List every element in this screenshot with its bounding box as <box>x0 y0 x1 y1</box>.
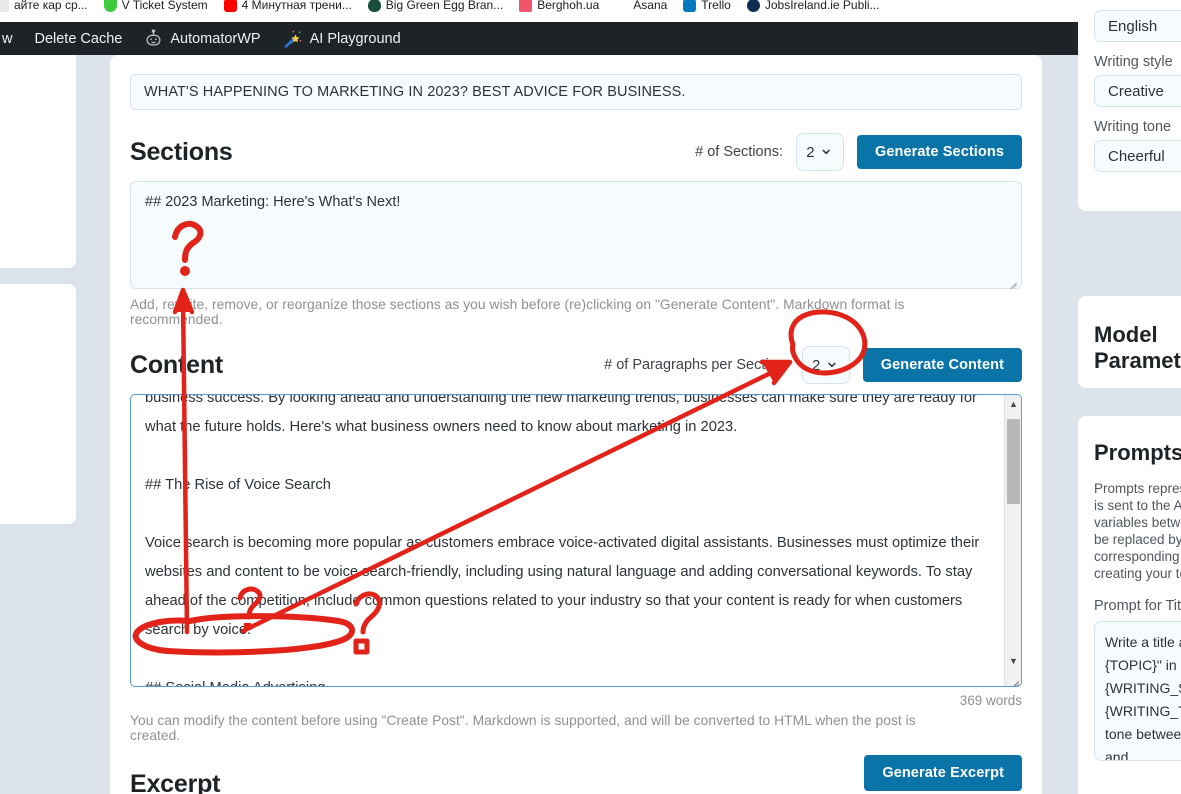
egg-favicon <box>367 0 381 12</box>
content-count-label: # of Paragraphs per Section: <box>604 357 789 373</box>
asana-favicon <box>615 0 629 12</box>
left-partial-card-bottom: EDIT for more Threads <box>0 284 76 524</box>
sections-textarea-value: ## 2023 Marketing: Here's What's Next! <box>145 194 401 210</box>
content-paragraph: business success. By looking ahead and u… <box>145 394 977 435</box>
word-count: 369 words <box>959 693 1022 708</box>
magic-wand-icon <box>283 29 303 49</box>
bookmark-label: Berghoh.ua <box>537 0 600 12</box>
generate-excerpt-button[interactable]: Generate Excerpt <box>864 755 1022 791</box>
sections-count-select[interactable]: 2 ⌄ <box>795 133 844 171</box>
sections-heading: Sections <box>130 137 233 166</box>
admin-bar-item-label: w <box>2 30 13 47</box>
bookmark-item[interactable]: 4 Минутная трени... <box>223 0 352 16</box>
content-helper-text: You can modify the content before using … <box>130 713 916 743</box>
bookmark-label: JobsIreland.ie Publi... <box>764 0 880 12</box>
admin-bar-item-automatorwp[interactable]: AutomatorWP <box>133 22 271 55</box>
resize-grip-icon[interactable] <box>1008 673 1020 685</box>
ticket-favicon <box>103 0 117 12</box>
bookmark-label: Big Green Egg Bran... <box>385 0 504 12</box>
admin-bar-item-ai-playground[interactable]: AI Playground <box>272 22 412 55</box>
content-scrollbar[interactable]: ▲ ▼ <box>1004 395 1021 686</box>
writing-tone-value: Cheerful <box>1108 147 1165 165</box>
prompt-for-title-label: Prompt for Title <box>1094 598 1181 614</box>
sidebar-prompts-card: Prompts Prompts represent what is sent t… <box>1078 416 1181 794</box>
prompts-description: Prompts represent what is sent to the AI… <box>1094 481 1181 581</box>
chevron-down-icon: ⌄ <box>824 351 840 371</box>
sections-header: Sections # of Sections: 2 ⌄ Generate Sec… <box>130 132 1022 172</box>
bookmark-item[interactable]: JobsIreland.ie Publi... <box>746 0 880 16</box>
content-header: Content # of Paragraphs per Section: 2 ⌄… <box>130 345 1022 385</box>
admin-bar-item-label: Delete Cache <box>34 30 123 47</box>
bookmark-label: 4 Минутная трени... <box>241 0 352 12</box>
admin-bar-item-label: AI Playground <box>309 30 401 47</box>
content-textarea[interactable]: business success. By looking ahead and u… <box>130 394 1022 687</box>
berghoh-favicon <box>519 0 533 12</box>
content-heading: Content <box>130 350 224 379</box>
admin-bar-item-view[interactable]: w <box>0 22 23 55</box>
jobsireland-favicon <box>746 0 760 12</box>
sections-count-label: # of Sections: <box>695 144 783 160</box>
post-title-value: WHAT'S HAPPENING TO MARKETING IN 2023? B… <box>144 84 686 100</box>
excerpt-heading: Excerpt <box>130 770 221 794</box>
language-select[interactable]: English <box>1094 10 1181 42</box>
content-paragraph: ## The Rise of Voice Search <box>145 477 331 493</box>
bookmark-item[interactable]: V Ticket System <box>103 0 208 16</box>
content-controls: # of Paragraphs per Section: 2 ⌄ Generat… <box>604 346 1022 384</box>
scroll-down-arrow-icon[interactable]: ▼ <box>1005 652 1021 669</box>
prompt-for-title-input[interactable]: Write a title about "{TOPIC}" in a {WRIT… <box>1094 621 1181 761</box>
bookmark-item[interactable]: Trello <box>683 0 731 16</box>
bookmark-item[interactable]: Asana <box>615 0 667 16</box>
post-title-input[interactable]: WHAT'S HAPPENING TO MARKETING IN 2023? B… <box>130 74 1022 110</box>
content-paragraph: ## Social Media Advertising <box>145 674 989 686</box>
sections-textarea[interactable]: ## 2023 Marketing: Here's What's Next! <box>130 181 1022 289</box>
main-content-panel: WHAT'S HAPPENING TO MARKETING IN 2023? B… <box>110 55 1042 794</box>
bookmark-label: V Ticket System <box>121 0 208 12</box>
wp-admin-bar: w Delete Cache AutomatorWP AI Playground <box>0 22 1181 55</box>
admin-bar-item-delete-cache[interactable]: Delete Cache <box>23 22 133 55</box>
paragraphs-count-select[interactable]: 2 ⌄ <box>801 346 850 384</box>
resize-grip-icon[interactable] <box>1007 275 1017 285</box>
youtube-favicon <box>223 0 237 12</box>
chevron-down-icon: ⌄ <box>818 138 834 158</box>
writing-tone-select[interactable]: Cheerful <box>1094 140 1181 172</box>
bookmark-label: айте кар ср... <box>14 0 88 12</box>
scroll-up-arrow-icon[interactable]: ▲ <box>1005 395 1021 412</box>
bookmark-item[interactable]: Big Green Egg Bran... <box>367 0 504 16</box>
bookmark-item[interactable]: айте кар ср... <box>0 0 88 16</box>
bookmark-item[interactable]: Berghoh.ua <box>519 0 599 16</box>
content-paragraph: Voice search is becoming more popular as… <box>145 535 980 638</box>
trello-favicon <box>683 0 697 12</box>
browser-bookmarks-bar: айте кар ср... V Ticket System 4 Минутна… <box>0 0 1181 22</box>
writing-tone-label: Writing tone <box>1094 119 1172 135</box>
language-value: English <box>1108 17 1158 35</box>
content-text: business success. By looking ahead and u… <box>131 394 1003 686</box>
writing-style-select[interactable]: Creative <box>1094 75 1181 107</box>
paragraphs-count-value: 2 <box>812 356 821 374</box>
writing-style-value: Creative <box>1108 82 1164 100</box>
sidebar-settings-card: English Writing style Creative Writing t… <box>1078 0 1181 211</box>
model-params-heading: Model Parameters <box>1094 322 1181 373</box>
admin-bar-item-label: AutomatorWP <box>170 30 261 47</box>
generate-content-button[interactable]: Generate Content <box>862 348 1022 382</box>
left-partial-card-top <box>0 55 76 268</box>
generic-favicon <box>0 0 9 12</box>
sidebar-model-params-card: Model Parameters <box>1078 296 1181 388</box>
sections-count-value: 2 <box>806 143 815 161</box>
prompts-heading: Prompts <box>1094 440 1181 465</box>
bookmark-label: Asana <box>633 0 668 12</box>
sections-helper-text: Add, rewrite, remove, or reorganize thos… <box>130 297 905 327</box>
scrollbar-thumb[interactable] <box>1007 419 1020 504</box>
prompt-for-title-value: Write a title about "{TOPIC}" in a {WRIT… <box>1105 634 1181 761</box>
sections-controls: # of Sections: 2 ⌄ Generate Sections <box>695 133 1022 171</box>
robot-icon <box>144 29 163 48</box>
writing-style-label: Writing style <box>1094 54 1173 70</box>
generate-sections-button[interactable]: Generate Sections <box>856 135 1022 169</box>
excerpt-header: Excerpt Generate Excerpt <box>130 755 1022 794</box>
bookmark-label: Trello <box>701 0 731 12</box>
